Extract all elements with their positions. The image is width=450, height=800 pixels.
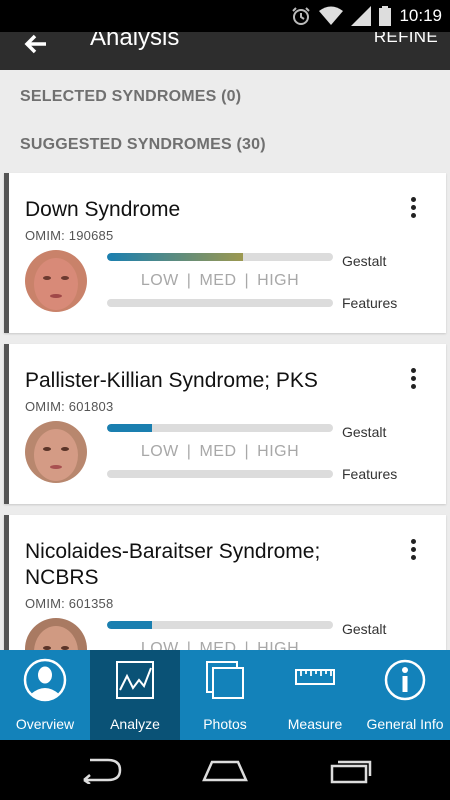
syndrome-name: Down Syndrome bbox=[25, 198, 181, 221]
gestalt-bar-fill bbox=[107, 424, 153, 432]
scale-med: MED bbox=[199, 640, 237, 650]
system-back-icon[interactable] bbox=[76, 756, 126, 784]
gestalt-bar bbox=[107, 253, 333, 261]
syndrome-name: Pallister-Killian Syndrome; PKS bbox=[25, 369, 318, 392]
features-bar bbox=[107, 299, 333, 307]
scale-med: MED bbox=[199, 443, 237, 460]
omim-id: OMIM: 190685 bbox=[25, 228, 114, 243]
wifi-icon bbox=[319, 6, 344, 25]
back-button[interactable] bbox=[24, 32, 48, 62]
system-recents-icon[interactable] bbox=[326, 756, 376, 784]
syndrome-card[interactable]: Nicolaides-Baraitser Syndrome; NCBRS OMI… bbox=[4, 515, 446, 650]
omim-id: OMIM: 601358 bbox=[25, 596, 114, 611]
system-navigation-bar bbox=[0, 740, 450, 800]
arrow-back-icon bbox=[24, 34, 46, 54]
tab-general-info[interactable]: General Info bbox=[360, 650, 450, 740]
tab-overview[interactable]: Overview bbox=[0, 650, 90, 740]
scale-separator: | bbox=[244, 272, 250, 289]
score-scale: LOW | MED | HIGH bbox=[107, 640, 333, 650]
face-thumbnail bbox=[25, 421, 87, 483]
scale-separator: | bbox=[186, 272, 192, 289]
scale-high: HIGH bbox=[257, 272, 300, 289]
ruler-icon bbox=[295, 669, 335, 685]
gestalt-label: Gestalt bbox=[342, 424, 387, 440]
tab-measure[interactable]: Measure bbox=[270, 650, 360, 740]
gestalt-label: Gestalt bbox=[342, 621, 387, 637]
syndrome-name: Nicolaides-Baraitser Syndrome; NCBRS bbox=[25, 540, 321, 589]
scale-separator: | bbox=[244, 443, 250, 460]
score-scale: LOW | MED | HIGH bbox=[107, 272, 333, 290]
selected-syndromes-header[interactable]: SELECTED SYNDROMES (0) bbox=[20, 88, 241, 106]
scale-high: HIGH bbox=[257, 443, 300, 460]
gestalt-bar bbox=[107, 621, 333, 629]
score-scale: LOW | MED | HIGH bbox=[107, 443, 333, 461]
features-label: Features bbox=[342, 466, 398, 482]
signal-icon bbox=[351, 6, 372, 26]
more-options-icon[interactable] bbox=[408, 197, 418, 223]
tab-analyze[interactable]: Analyze bbox=[90, 650, 180, 740]
alarm-icon bbox=[292, 7, 311, 25]
scale-low: LOW bbox=[140, 272, 179, 289]
gestalt-bar bbox=[107, 424, 333, 432]
battery-icon bbox=[379, 6, 392, 26]
tab-label: Measure bbox=[287, 716, 343, 732]
suggested-syndromes-header: SUGGESTED SYNDROMES (30) bbox=[20, 136, 266, 153]
tab-label: Analyze bbox=[110, 716, 160, 732]
tab-label: Photos bbox=[203, 716, 247, 732]
omim-id: OMIM: 601803 bbox=[25, 399, 114, 414]
clock: 10:19 bbox=[399, 6, 442, 25]
scale-separator: | bbox=[186, 640, 192, 650]
features-bar bbox=[107, 470, 333, 478]
gestalt-bar-fill bbox=[107, 621, 153, 629]
syndrome-card[interactable]: Down Syndrome OMIM: 190685 Gestalt LOW | M… bbox=[4, 173, 446, 333]
scale-high: HIGH bbox=[257, 640, 300, 650]
tab-label: Overview bbox=[15, 716, 75, 732]
info-icon bbox=[384, 659, 426, 701]
features-label: Features bbox=[342, 295, 398, 311]
chart-icon bbox=[116, 661, 154, 699]
app-bar: Analysis REFINE bbox=[0, 32, 450, 70]
more-options-icon[interactable] bbox=[408, 368, 418, 394]
scale-separator: | bbox=[244, 640, 250, 650]
face-thumbnail bbox=[25, 250, 87, 312]
tab-label: General Info bbox=[366, 716, 444, 732]
tab-photos[interactable]: Photos bbox=[180, 650, 270, 740]
syndrome-card[interactable]: Pallister-Killian Syndrome; PKS OMIM: 60… bbox=[4, 344, 446, 504]
gestalt-bar-fill bbox=[107, 253, 243, 261]
system-home-icon[interactable] bbox=[200, 756, 250, 784]
page-title: Analysis bbox=[90, 32, 180, 51]
bottom-navigation: Overview Analyze Photos Measure General … bbox=[0, 650, 450, 740]
syndrome-list[interactable]: SELECTED SYNDROMES (0) SUGGESTED SYNDROM… bbox=[0, 70, 450, 650]
photos-icon bbox=[206, 661, 244, 699]
scale-low: LOW bbox=[140, 443, 179, 460]
scale-low: LOW bbox=[140, 640, 179, 650]
person-icon bbox=[23, 658, 67, 702]
scale-med: MED bbox=[199, 272, 237, 289]
scale-separator: | bbox=[186, 443, 192, 460]
gestalt-label: Gestalt bbox=[342, 253, 387, 269]
face-thumbnail bbox=[25, 618, 87, 650]
status-bar: 10:19 bbox=[0, 0, 450, 32]
more-options-icon[interactable] bbox=[408, 539, 418, 565]
refine-button[interactable]: REFINE bbox=[374, 32, 438, 46]
